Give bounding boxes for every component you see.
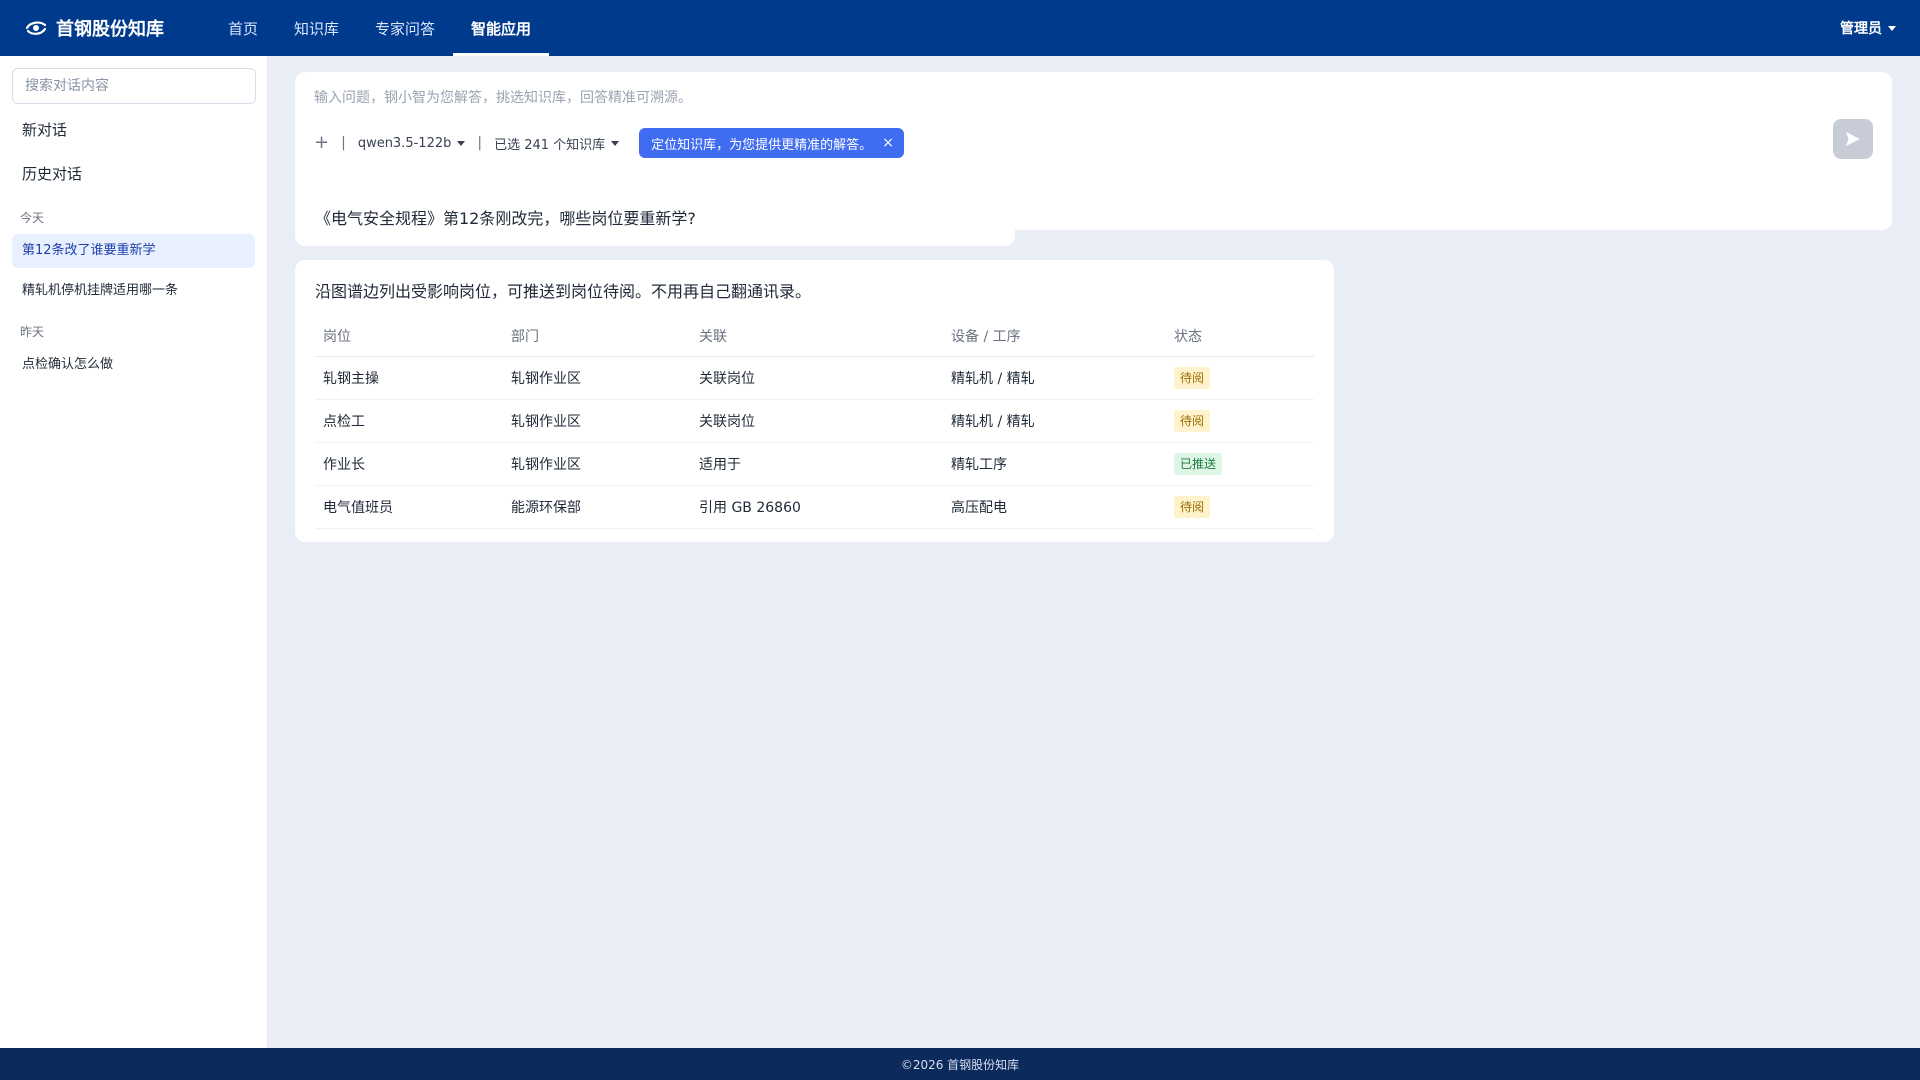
user-question-bubble: 《电气安全规程》第12条刚改完，哪些岗位要重新学? — [295, 188, 1015, 246]
nav-knowledge-base-label: 知识库 — [294, 19, 340, 38]
cell-position: 点检工 — [315, 399, 503, 443]
knowledge-base-selector-label: 已选 241 个知识库 — [494, 137, 606, 153]
cell-relation: 关联岗位 — [691, 399, 943, 443]
add-attachment-button[interactable]: + — [314, 134, 329, 152]
conversation-item[interactable]: 点检确认怎么做 — [12, 348, 255, 382]
send-button[interactable] — [1833, 119, 1873, 159]
conversation-item[interactable]: 精轧机停机挂牌适用哪一条 — [12, 274, 255, 308]
column-header-relation: 关联 — [691, 316, 943, 357]
cell-relation: 关联岗位 — [691, 356, 943, 400]
main-nav: 首页 知识库 专家问答 智能应用 — [210, 0, 550, 56]
cell-position: 作业长 — [315, 442, 503, 486]
cell-status: 待阅 — [1166, 485, 1314, 529]
send-icon — [1846, 132, 1860, 146]
footer: ©2026 首钢股份知库 — [0, 1048, 1920, 1080]
table-row: 作业长 轧钢作业区 适用于 精轧工序 已推送 — [315, 442, 1314, 486]
cell-status: 待阅 — [1166, 356, 1314, 400]
cell-equipment: 精轧机 / 精轧 — [943, 399, 1166, 443]
top-navbar: 首钢股份知库 首页 知识库 专家问答 智能应用 管理员 — [0, 0, 1920, 56]
cell-equipment: 精轧机 / 精轧 — [943, 356, 1166, 400]
nav-home[interactable]: 首页 — [210, 0, 276, 56]
conversation-search-input[interactable] — [12, 68, 256, 104]
cell-equipment: 高压配电 — [943, 485, 1166, 529]
user-question-text: 《电气安全规程》第12条刚改完，哪些岗位要重新学? — [315, 209, 696, 228]
footer-copyright: ©2026 首钢股份知库 — [900, 1057, 1020, 1072]
status-badge: 已推送 — [1174, 452, 1223, 475]
cell-status: 已推送 — [1166, 442, 1314, 486]
conversation-item[interactable]: 第12条改了谁要重新学 — [12, 234, 255, 268]
status-badge: 待阅 — [1174, 409, 1211, 432]
nav-knowledge-base[interactable]: 知识库 — [276, 0, 357, 56]
model-selector-label: qwen3.5-122b — [357, 135, 452, 151]
cell-position: 电气值班员 — [315, 485, 503, 529]
answer-card: 沿图谱边列出受影响岗位，可推送到岗位待阅。不用再自己翻通讯录。 岗位 部门 关联… — [295, 260, 1334, 542]
brand-logo[interactable]: 首钢股份知库 — [24, 15, 210, 41]
table-row: 点检工 轧钢作业区 关联岗位 精轧机 / 精轧 待阅 — [315, 399, 1314, 443]
nav-expert-qa-label: 专家问答 — [375, 19, 436, 38]
model-selector[interactable]: qwen3.5-122b — [358, 136, 466, 151]
cell-relation: 引用 GB 26860 — [691, 485, 943, 529]
status-badge: 待阅 — [1174, 495, 1211, 518]
knowledge-base-selector[interactable]: 已选 241 个知识库 — [494, 134, 620, 153]
affected-positions-table: 岗位 部门 关联 设备 / 工序 状态 轧钢主操 轧钢作业区 关联岗位 精轧机 … — [315, 316, 1314, 529]
divider: | — [341, 135, 346, 151]
cell-department: 轧钢作业区 — [503, 442, 691, 486]
nav-home-label: 首页 — [228, 19, 259, 38]
user-name: 管理员 — [1840, 21, 1882, 37]
table-row: 轧钢主操 轧钢作业区 关联岗位 精轧机 / 精轧 待阅 — [315, 356, 1314, 400]
cell-department: 轧钢作业区 — [503, 356, 691, 400]
cell-department: 能源环保部 — [503, 485, 691, 529]
cell-equipment: 精轧工序 — [943, 442, 1166, 486]
new-chat-button[interactable]: 新对话 — [12, 110, 255, 150]
answer-text: 沿图谱边列出受影响岗位，可推送到岗位待阅。不用再自己翻通讯录。 — [315, 282, 812, 301]
table-header-row: 岗位 部门 关联 设备 / 工序 状态 — [315, 316, 1314, 357]
nav-smart-apps[interactable]: 智能应用 — [453, 0, 550, 56]
nav-smart-apps-label: 智能应用 — [471, 19, 532, 38]
composer-toolbar: + | qwen3.5-122b | 已选 241 个知识库 定位知识库，为您提… — [314, 128, 904, 158]
nav-expert-qa[interactable]: 专家问答 — [357, 0, 453, 56]
divider: | — [477, 135, 483, 151]
logo-icon — [25, 21, 47, 35]
close-icon[interactable]: × — [882, 135, 894, 151]
question-input[interactable] — [314, 86, 1814, 110]
group-label-today: 今天 — [20, 211, 45, 225]
column-header-status: 状态 — [1166, 316, 1314, 357]
chevron-down-icon — [457, 140, 466, 146]
column-header-position: 岗位 — [315, 316, 503, 357]
history-button[interactable]: 历史对话 — [12, 154, 255, 194]
knowledge-locate-tag[interactable]: 定位知识库，为您提供更精准的解答。 × — [639, 128, 904, 158]
user-menu[interactable]: 管理员 — [1840, 18, 1896, 38]
cell-position: 轧钢主操 — [315, 356, 503, 400]
chevron-down-icon — [611, 140, 620, 146]
brand-name: 首钢股份知库 — [56, 19, 164, 40]
cell-relation: 适用于 — [691, 442, 943, 486]
main-content: + | qwen3.5-122b | 已选 241 个知识库 定位知识库，为您提… — [269, 56, 1920, 1048]
column-header-equipment: 设备 / 工序 — [943, 316, 1166, 357]
status-badge: 待阅 — [1174, 366, 1211, 389]
cell-status: 待阅 — [1166, 399, 1314, 443]
sidebar: 新对话 历史对话 今天 第12条改了谁要重新学 精轧机停机挂牌适用哪一条 昨天 … — [0, 56, 268, 1048]
chevron-down-icon — [1888, 25, 1896, 31]
cell-department: 轧钢作业区 — [503, 399, 691, 443]
knowledge-locate-tag-label: 定位知识库，为您提供更精准的解答。 — [651, 137, 873, 153]
column-header-department: 部门 — [503, 316, 691, 357]
group-label-yesterday: 昨天 — [20, 325, 45, 339]
table-row: 电气值班员 能源环保部 引用 GB 26860 高压配电 待阅 — [315, 485, 1314, 529]
